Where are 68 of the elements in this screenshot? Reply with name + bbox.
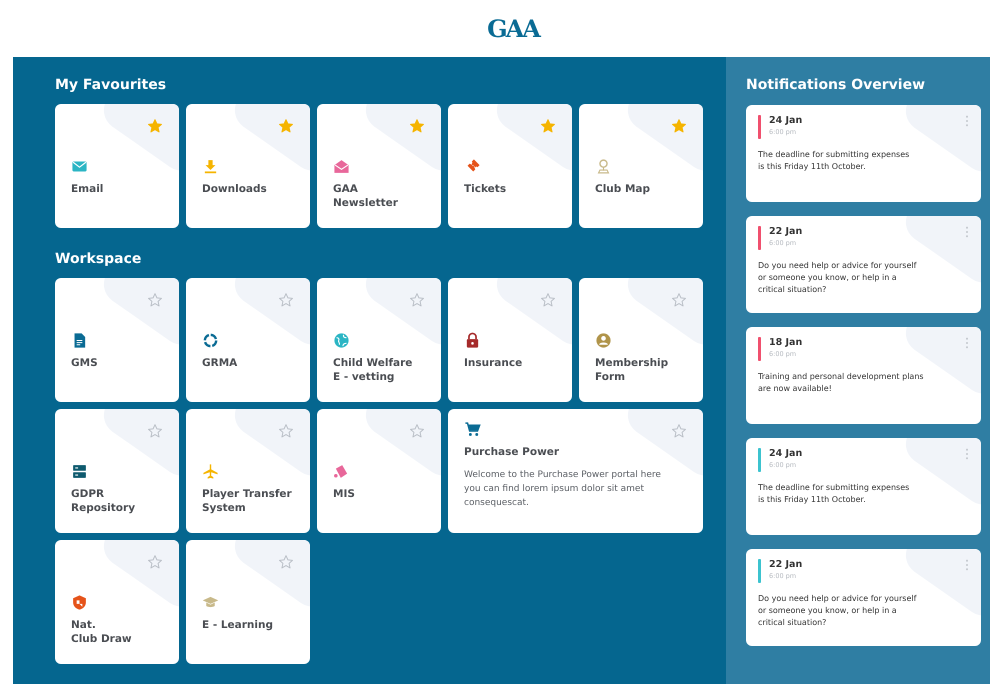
more-icon[interactable] <box>965 448 969 460</box>
star-icon[interactable] <box>540 118 556 134</box>
section-title: My Favourites <box>55 77 168 93</box>
star-icon[interactable] <box>671 118 687 134</box>
notification-text: Training and personal development plans are now available! <box>758 371 925 395</box>
app-tile[interactable]: Membership Form <box>579 278 703 402</box>
app-tile[interactable]: GAA Newsletter <box>317 104 441 228</box>
notification-date: 22 Jan <box>769 226 804 237</box>
star-icon[interactable] <box>409 423 425 439</box>
app-tile[interactable]: Child Welfare E - vetting <box>317 278 441 402</box>
section-title: Notifications Overview <box>746 77 926 93</box>
app-tile[interactable]: E - Learning <box>186 540 310 664</box>
app-tile[interactable]: MIS <box>317 409 441 533</box>
star-icon[interactable] <box>671 423 687 439</box>
tile-label: Downloads <box>202 182 268 196</box>
notification-date: 24 Jan <box>769 115 804 126</box>
app-tile[interactable]: GMS <box>55 278 179 402</box>
tile-label: Tickets <box>464 182 508 196</box>
tile-label: Email <box>71 182 104 196</box>
tile-label: Membership Form <box>595 356 670 384</box>
app-tile[interactable]: Downloads <box>186 104 310 228</box>
more-icon[interactable] <box>965 337 969 349</box>
app-tile[interactable]: Club Map <box>579 104 703 228</box>
tile-label: GAA Newsletter <box>333 182 399 210</box>
tile-label: Child Welfare E - vetting <box>333 356 414 384</box>
star-icon[interactable] <box>278 423 294 439</box>
star-icon[interactable] <box>671 292 687 308</box>
notification-date: 24 Jan <box>769 448 804 459</box>
star-icon[interactable] <box>409 292 425 308</box>
more-icon[interactable] <box>965 226 969 238</box>
app-tile[interactable]: Tickets <box>448 104 572 228</box>
tile-label: Purchase Power <box>464 445 560 459</box>
section-title: Workspace <box>55 251 142 267</box>
app-tile[interactable]: Purchase Power Welcome to the Purchase Power portal here you can find lorem ipsum dolor sit amet consequescat. <box>448 409 703 533</box>
app-tile[interactable]: Player Transfer System <box>186 409 310 533</box>
star-icon[interactable] <box>147 118 163 134</box>
tile-label: GDPR Repository <box>71 487 136 515</box>
star-icon[interactable] <box>409 118 425 134</box>
tile-label: GMS <box>71 356 99 370</box>
tile-label: Nat. Club Draw <box>71 618 133 646</box>
logo[interactable]: GAA <box>451 14 539 43</box>
app-tile[interactable]: Insurance <box>448 278 572 402</box>
tile-label: Club Map <box>595 182 652 196</box>
notification-text: The deadline for submitting expenses is this Friday 11th October. <box>758 482 910 506</box>
tile-description: Welcome to the Purchase Power portal here you can find lorem ipsum dolor sit amet consequescat. <box>464 469 662 510</box>
star-icon[interactable] <box>147 292 163 308</box>
app-tile[interactable]: GRMA <box>186 278 310 402</box>
star-icon[interactable] <box>278 554 294 570</box>
notification-text: Do you need help or advice for yourself or someone you know, or help in a critical situation? <box>758 260 918 296</box>
more-icon[interactable] <box>965 115 969 127</box>
tile-label: E - Learning <box>202 618 274 632</box>
notification-date: 22 Jan <box>769 559 804 570</box>
star-icon[interactable] <box>278 118 294 134</box>
notification-text: The deadline for submitting expenses is this Friday 11th October. <box>758 149 910 173</box>
more-icon[interactable] <box>965 559 969 571</box>
notification-text: Do you need help or advice for yourself or someone you know, or help in a critical situation? <box>758 593 918 629</box>
star-icon[interactable] <box>147 423 163 439</box>
notification-date: 18 Jan <box>769 337 804 348</box>
tile-label: GRMA <box>202 356 238 370</box>
app-tile[interactable]: Email <box>55 104 179 228</box>
app-tile[interactable]: Nat. Club Draw <box>55 540 179 664</box>
star-icon[interactable] <box>278 292 294 308</box>
tile-label: Player Transfer System <box>202 487 293 515</box>
tile-label: MIS <box>333 487 356 501</box>
star-icon[interactable] <box>540 292 556 308</box>
star-icon[interactable] <box>147 554 163 570</box>
app-tile[interactable]: GDPR Repository <box>55 409 179 533</box>
tile-label: Insurance <box>464 356 524 370</box>
